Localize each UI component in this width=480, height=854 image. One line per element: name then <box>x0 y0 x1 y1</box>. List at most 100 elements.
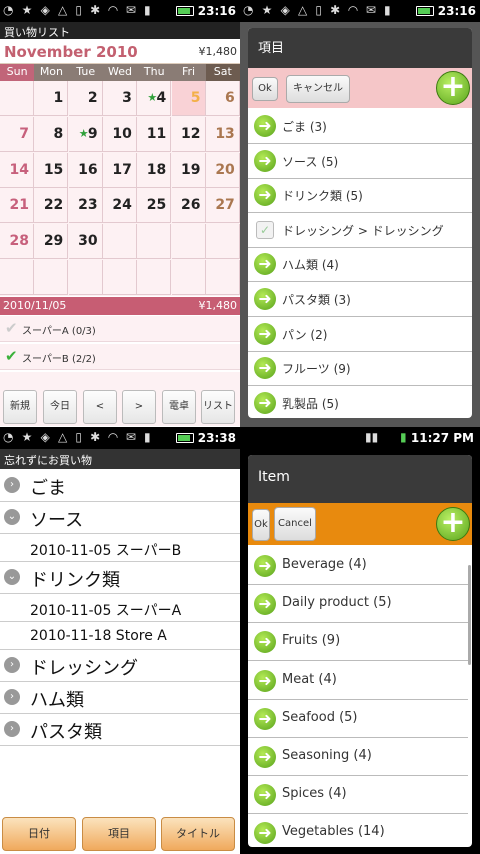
expand-less-icon[interactable]: ⌄ <box>4 569 20 585</box>
day-cell[interactable] <box>205 260 240 295</box>
day-cell[interactable]: 28 <box>0 224 34 260</box>
category-row[interactable]: ➜ Fruits (9) <box>248 623 468 662</box>
history-entry[interactable]: 2010-11-05 スーパーA <box>0 594 240 622</box>
expand-more-icon[interactable]: › <box>4 477 20 493</box>
expand-more-icon[interactable]: › <box>4 721 20 737</box>
status-bar: ◔ ★ ◈ △ ▯ ✱ ◠ ✉ ▮ 23:16 <box>240 0 480 22</box>
day-cell[interactable]: 17 <box>102 152 137 188</box>
day-cell[interactable] <box>34 260 69 295</box>
day-cell[interactable]: 30 <box>68 224 103 260</box>
day-cell[interactable]: 19 <box>171 152 206 188</box>
category-node[interactable]: ⌄ ドリンク類 <box>0 562 240 594</box>
day-cell[interactable] <box>171 260 206 295</box>
shopping-list-item[interactable]: ✔ スーパーA (0/3) <box>0 316 240 342</box>
day-cell[interactable] <box>0 260 34 295</box>
day-number: 22 <box>43 197 64 214</box>
day-cell[interactable]: 12 <box>171 116 206 152</box>
list-item-label: スーパーB (2/2) <box>22 354 96 365</box>
calculator-button[interactable]: 電卓 <box>162 390 196 424</box>
selected-amount: ¥1,480 <box>198 299 238 312</box>
day-cell[interactable] <box>137 260 172 295</box>
category-row[interactable]: ➜ ハム類 (4) <box>248 247 472 283</box>
day-cell[interactable]: 1 <box>34 81 69 116</box>
day-cell[interactable]: 2 <box>68 81 103 116</box>
day-cell[interactable]: 20 <box>205 152 240 188</box>
category-row[interactable]: ➜ パスタ類 (3) <box>248 282 472 317</box>
expand-more-icon[interactable]: › <box>4 657 20 673</box>
category-node[interactable]: › ハム類 <box>0 682 240 714</box>
scrollbar[interactable] <box>468 565 471 665</box>
cancel-button[interactable]: Cancel <box>274 507 316 541</box>
history-entry[interactable]: 2010-11-18 Store A <box>0 622 240 650</box>
day-cell[interactable]: 3 <box>102 81 137 116</box>
day-cell[interactable]: 13 <box>205 116 240 152</box>
category-row[interactable]: ✓ ドレッシング > ドレッシング <box>248 213 472 248</box>
add-icon[interactable]: + <box>436 71 470 105</box>
day-cell[interactable]: 6 <box>205 81 240 116</box>
day-cell[interactable]: 5 <box>171 81 206 116</box>
node-label: ハム類 <box>30 690 84 711</box>
category-row[interactable]: ➜ フルーツ (9) <box>248 351 472 387</box>
checkmark-icon[interactable]: ✔ <box>5 347 18 365</box>
day-cell[interactable]: 25 <box>137 188 172 224</box>
day-cell[interactable]: 29 <box>34 224 69 260</box>
category-row[interactable]: ➜ Vegetables (14) <box>248 814 468 847</box>
category-row[interactable]: ➜ Beverage (4) <box>248 547 468 585</box>
cancel-button[interactable]: キャンセル <box>286 75 350 103</box>
node-label: ドリンク類 <box>30 570 120 591</box>
day-cell[interactable]: 27 <box>205 188 240 224</box>
category-row[interactable]: ➜ 乳製品 (5) <box>248 386 472 418</box>
day-cell[interactable]: 16 <box>68 152 103 188</box>
day-cell[interactable]: 11 <box>137 116 172 152</box>
expand-more-icon[interactable]: › <box>4 689 20 705</box>
date-button[interactable]: 日付 <box>2 817 76 851</box>
category-row[interactable]: ➜ Meat (4) <box>248 662 468 700</box>
category-node[interactable]: › ドレッシング <box>0 650 240 682</box>
category-row[interactable]: ➜ Seafood (5) <box>248 700 468 738</box>
day-cell[interactable]: 4 ★ <box>137 81 172 116</box>
ok-button[interactable]: Ok <box>252 77 278 101</box>
today-button[interactable]: 今日 <box>43 390 77 424</box>
category-node[interactable]: › ごま <box>0 470 240 502</box>
day-cell[interactable]: 22 <box>34 188 69 224</box>
history-entry[interactable]: 2010-11-05 スーパーB <box>0 534 240 562</box>
category-row[interactable]: ➜ ソース (5) <box>248 144 472 179</box>
day-cell[interactable]: 8 <box>34 116 69 152</box>
day-cell[interactable] <box>205 224 240 260</box>
day-cell[interactable] <box>102 260 137 295</box>
category-row[interactable]: ➜ Daily product (5) <box>248 585 468 624</box>
day-cell[interactable]: 26 <box>171 188 206 224</box>
day-cell[interactable] <box>68 260 103 295</box>
ok-button[interactable]: Ok <box>252 509 270 541</box>
day-cell[interactable] <box>137 224 172 260</box>
category-row[interactable]: ➜ Spices (4) <box>248 776 468 815</box>
category-row[interactable]: ➜ ごま (3) <box>248 109 472 144</box>
day-cell[interactable]: 9 ★ <box>68 116 103 152</box>
category-row[interactable]: ➜ ドリンク類 (5) <box>248 178 472 214</box>
new-button[interactable]: 新規 <box>3 390 37 424</box>
expand-less-icon[interactable]: ⌄ <box>4 509 20 525</box>
day-cell[interactable]: 10 <box>102 116 137 152</box>
day-cell[interactable]: 24 <box>102 188 137 224</box>
category-row[interactable]: ➜ パン (2) <box>248 317 472 352</box>
title-button[interactable]: タイトル <box>161 817 235 851</box>
day-cell[interactable] <box>171 224 206 260</box>
category-node[interactable]: › パスタ類 <box>0 714 240 746</box>
day-cell[interactable] <box>0 81 34 116</box>
day-cell[interactable]: 18 <box>137 152 172 188</box>
day-cell[interactable]: 23 <box>68 188 103 224</box>
category-row[interactable]: ➜ Seasoning (4) <box>248 738 468 776</box>
prev-button[interactable]: < <box>83 390 117 424</box>
next-button[interactable]: > <box>122 390 156 424</box>
list-button[interactable]: リスト <box>201 390 235 424</box>
add-icon[interactable]: + <box>436 507 470 541</box>
category-node[interactable]: ⌄ ソース <box>0 502 240 534</box>
day-cell[interactable]: 7 <box>0 116 34 152</box>
day-cell[interactable]: 21 <box>0 188 34 224</box>
shopping-list-item[interactable]: ✔ スーパーB (2/2) <box>0 344 240 370</box>
day-cell[interactable]: 14 <box>0 152 34 188</box>
day-cell[interactable]: 15 <box>34 152 69 188</box>
checkmark-icon[interactable]: ✔ <box>5 319 18 337</box>
item-button[interactable]: 項目 <box>82 817 156 851</box>
day-cell[interactable] <box>102 224 137 260</box>
